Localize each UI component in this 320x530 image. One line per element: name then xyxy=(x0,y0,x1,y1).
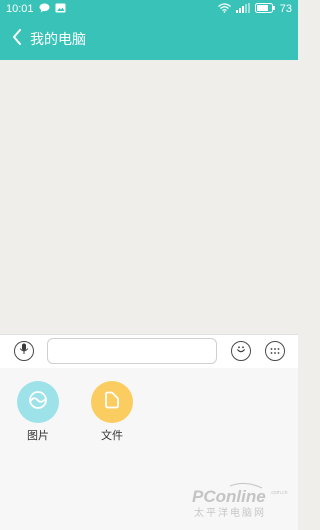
panel-item-file[interactable]: 文件 xyxy=(87,381,137,443)
watermark-brand: PConline xyxy=(192,487,266,506)
status-right: 73 xyxy=(217,2,292,16)
file-icon xyxy=(102,390,122,415)
battery-level: 73 xyxy=(279,3,292,15)
message-input[interactable] xyxy=(47,338,217,364)
watermark-domain: .com.cn xyxy=(270,490,288,496)
chat-message-area[interactable] xyxy=(0,60,298,334)
panel-item-image[interactable]: 图片 xyxy=(13,381,63,443)
input-bar xyxy=(0,334,298,368)
signal-icon xyxy=(235,2,250,16)
status-left: 10:01 xyxy=(6,3,66,16)
more-button[interactable] xyxy=(265,341,285,361)
smiley-icon xyxy=(235,342,247,360)
image-notification-icon xyxy=(55,3,66,16)
image-icon-circle xyxy=(17,381,59,423)
image-icon xyxy=(28,390,48,415)
chevron-left-icon xyxy=(12,28,22,50)
status-time: 10:01 xyxy=(6,3,34,15)
nav-bar: 我的电脑 xyxy=(0,18,298,60)
emoji-button[interactable] xyxy=(231,341,251,361)
wifi-icon xyxy=(217,2,231,16)
page-title: 我的电脑 xyxy=(30,31,86,47)
grid-dots-icon xyxy=(270,342,280,360)
status-bar: 10:01 73 xyxy=(0,0,298,18)
panel-label-file: 文件 xyxy=(101,430,123,442)
back-button[interactable] xyxy=(8,27,26,51)
microphone-icon xyxy=(19,342,29,360)
panel-label-image: 图片 xyxy=(27,430,49,442)
watermark-subtitle: 太平洋电脑网 xyxy=(194,506,266,519)
file-icon-circle xyxy=(91,381,133,423)
chat-bubble-icon xyxy=(39,3,50,16)
attachment-panel: 图片 文件 PConline .com.cn 太平洋电脑网 xyxy=(0,368,298,530)
voice-button[interactable] xyxy=(14,341,34,361)
pconline-watermark: PConline .com.cn 太平洋电脑网 xyxy=(190,480,290,520)
battery-icon xyxy=(254,2,275,16)
